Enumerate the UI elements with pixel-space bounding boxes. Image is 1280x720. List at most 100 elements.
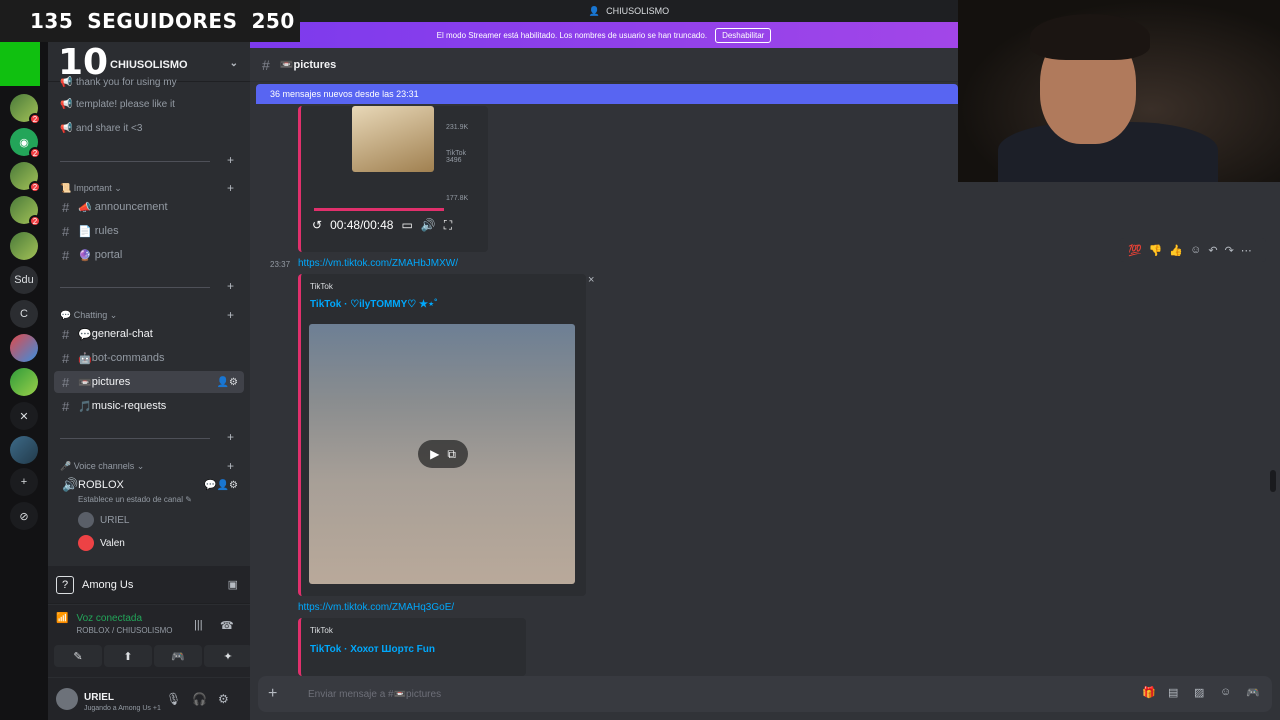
reaction-100-icon[interactable]: 💯	[1128, 244, 1142, 257]
gif-icon[interactable]: ▤	[1168, 686, 1178, 699]
server-c[interactable]: C	[10, 300, 38, 328]
server-icon[interactable]	[10, 368, 38, 396]
close-embed-icon[interactable]: ×	[588, 274, 594, 286]
guild-name: CHIUSOLISMO	[110, 58, 188, 71]
activity-panel[interactable]: ? Among Us ▣	[48, 566, 250, 604]
add-channel-icon[interactable]: +	[227, 459, 234, 473]
discover-icon[interactable]: ⊘	[10, 502, 38, 530]
activity-button[interactable]: 🎮	[154, 645, 202, 667]
channel-general-chat[interactable]: # 💬 general-chat	[54, 323, 244, 345]
server-icon[interactable]	[10, 334, 38, 362]
add-server-icon[interactable]: +	[10, 468, 38, 496]
headphones-icon[interactable]: 🎧	[192, 692, 207, 706]
channel-sidebar: CHIUSOLISMO ⌄ 📢 thank you for using my 📢 t…	[48, 0, 252, 720]
message-hover-toolbar: 💯 👎 👍 ☺ ↶ ↷ ⋯	[1120, 238, 1266, 262]
discord-server-icon[interactable]: ◉ 2	[10, 128, 41, 159]
hash-icon: #	[62, 199, 70, 215]
emoji-icon[interactable]: ☺	[1220, 686, 1231, 698]
fullscreen-icon[interactable]: ⛶	[444, 218, 452, 233]
gift-icon[interactable]: 🎁	[1142, 686, 1156, 699]
hash-icon: #	[62, 350, 70, 366]
chat-area-extension	[958, 182, 1280, 720]
server-icon[interactable]	[10, 436, 38, 464]
server-icon[interactable]: 2	[10, 162, 41, 193]
reply-icon[interactable]: ↶	[1208, 244, 1217, 257]
scrollbar-thumb[interactable]	[1270, 470, 1276, 492]
channel-emoji: 📣	[78, 201, 92, 214]
screen-share-icon[interactable]: ▣	[228, 578, 238, 591]
mention-badge: 2	[29, 215, 41, 227]
voice-user-name: Valen	[100, 537, 125, 549]
server-icon[interactable]: 2	[10, 94, 41, 125]
gear-icon[interactable]: ⚙	[218, 692, 229, 706]
new-messages-bar[interactable]: 36 mensajes nuevos desde las 23:31	[256, 84, 958, 104]
plus-icon[interactable]: +	[227, 153, 234, 167]
disconnect-icon[interactable]: ☎	[220, 619, 234, 632]
forward-icon[interactable]: ↷	[1225, 244, 1234, 257]
category-important[interactable]: 📜 Important ⌄ +	[60, 180, 238, 196]
disable-streamer-button[interactable]: Deshabilitar	[715, 27, 772, 43]
channel-emoji: 🎵	[78, 400, 92, 413]
message-composer[interactable]: + Enviar mensaje a #📼pictures 🎁 ▤ ▨ ☺ 🎮	[258, 676, 1272, 712]
more-icon[interactable]: ⋯	[1241, 244, 1252, 257]
apps-icon[interactable]: 🎮	[1246, 686, 1260, 699]
server-icon[interactable]: 2	[10, 196, 41, 227]
captions-icon[interactable]: ▭	[401, 218, 412, 232]
category-chatting[interactable]: 💬 Chatting ⌄ +	[60, 307, 238, 323]
sidebar-message-text: template! please like it	[76, 98, 175, 110]
channel-music-requests[interactable]: # 🎵 music-requests	[54, 395, 244, 417]
embed-title[interactable]: TikTok · Хохот Шортс Fun	[310, 644, 435, 655]
open-external-icon[interactable]: ⧉	[447, 447, 456, 462]
voice-channel-status[interactable]: Establece un estado de canal ✎	[72, 489, 262, 509]
channel-label: announcement	[94, 201, 168, 213]
voice-user-valen[interactable]: Valen	[78, 534, 125, 552]
replay-icon[interactable]: ↺	[312, 218, 322, 232]
sticker-icon[interactable]: ▨	[1194, 686, 1204, 699]
category-separator: +	[60, 430, 238, 444]
video-off-button[interactable]: ✎	[54, 645, 102, 667]
embed-title[interactable]: TikTok · ♡ilyTOMMY♡ ★⋆˚	[310, 299, 438, 310]
play-icon[interactable]: ▶	[430, 447, 439, 461]
message-link[interactable]: https://vm.tiktok.com/ZMAHq3GoE/	[298, 602, 454, 613]
channel-emoji: 🤖	[78, 352, 92, 365]
channel-pictures[interactable]: # 📼 pictures 👤⚙	[54, 371, 244, 393]
soundboard-button[interactable]: ✦	[204, 645, 252, 667]
message-timestamp: 23:37	[270, 260, 291, 269]
voice-location[interactable]: ROBLOX / CHIUSOLISMO	[76, 626, 172, 635]
noise-suppression-icon[interactable]: |||	[194, 619, 203, 631]
followers-goal: 250	[251, 9, 295, 33]
avatar	[78, 535, 94, 551]
server-sdu[interactable]: Sdu	[10, 266, 38, 294]
video-progress-bar[interactable]	[314, 208, 444, 211]
message-input[interactable]: Enviar mensaje a #📼pictures	[308, 689, 441, 700]
category-voice[interactable]: 🎤 Voice channels ⌄ +	[60, 458, 238, 474]
message-link[interactable]: https://vm.tiktok.com/ZMAHbJMXW/	[298, 258, 458, 269]
mention-badge: 2	[29, 113, 41, 125]
microphone-icon[interactable]: 🎙	[166, 692, 181, 706]
channel-label: music-requests	[91, 400, 167, 412]
add-channel-icon[interactable]: +	[227, 308, 234, 322]
plus-icon[interactable]: +	[227, 279, 234, 293]
share-screen-button[interactable]: ⬆	[104, 645, 152, 667]
avatar[interactable]	[56, 688, 78, 710]
server-icon[interactable]: ✕	[10, 402, 38, 430]
attach-plus-icon[interactable]: +	[268, 685, 288, 703]
megaphone-icon: 📢	[60, 98, 73, 110]
user-activity: Jugando a Among Us +1	[84, 704, 161, 712]
video-thumbnail[interactable]	[352, 106, 434, 172]
channel-portal[interactable]: # 🔮 portal	[54, 244, 244, 266]
volume-icon[interactable]: 🔊	[421, 218, 436, 232]
add-channel-icon[interactable]: +	[227, 181, 234, 195]
webcam-feed	[958, 0, 1280, 192]
channel-announcement[interactable]: # 📣 announcement	[54, 196, 244, 218]
channel-rules[interactable]: # 📄 rules	[54, 220, 244, 242]
channel-bot-commands[interactable]: # 🤖 bot-commands	[54, 347, 244, 369]
server-icon[interactable]	[10, 232, 38, 260]
reaction-thumbs-down-icon[interactable]: 👎	[1149, 244, 1163, 257]
invite-settings-icons[interactable]: 👤⚙	[217, 377, 238, 388]
voice-user-uriel[interactable]: URIEL	[78, 511, 129, 529]
add-reaction-icon[interactable]: ☺	[1190, 244, 1201, 256]
reaction-thumbs-up-icon[interactable]: 👍	[1169, 244, 1183, 257]
user-panel: URIEL Jugando a Among Us +1 🎙 🎧 ⚙	[48, 678, 250, 720]
plus-icon[interactable]: +	[227, 430, 234, 444]
